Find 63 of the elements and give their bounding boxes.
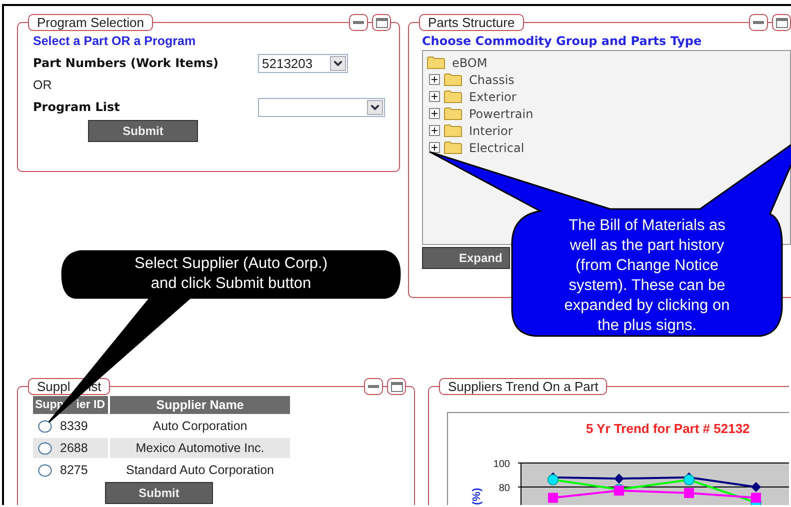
panel-title: Suppliers Trend On a Part <box>439 378 608 395</box>
expand-icon[interactable] <box>429 74 440 85</box>
tree-item[interactable]: Exterior <box>469 88 516 106</box>
supplier-name: Standard Auto Corporation <box>124 462 276 479</box>
chart-title: 5 Yr Trend for Part # 52132 <box>586 421 750 436</box>
instruction-text: Select a Part OR a Program <box>33 33 197 50</box>
part-number-dropdown[interactable]: 5213203 <box>258 54 348 73</box>
tree-item[interactable]: Interior <box>469 122 513 140</box>
radio-button[interactable] <box>38 442 52 454</box>
data-point <box>614 474 624 484</box>
panel-title-text: Suppl <box>37 379 70 394</box>
folder-icon <box>444 90 462 103</box>
data-point <box>684 488 694 498</box>
folder-icon <box>444 73 462 86</box>
or-text: OR <box>33 76 53 94</box>
tree-item[interactable]: eBOM <box>452 54 488 72</box>
data-point <box>751 492 761 503</box>
field-label: Program List <box>33 99 121 116</box>
axis-tick-label: 100 <box>493 459 510 470</box>
radio-button[interactable] <box>38 464 52 476</box>
supplier-id: 2688 <box>60 440 88 457</box>
caret-icon <box>367 100 383 114</box>
folder-icon <box>444 107 462 120</box>
folder-icon <box>444 141 462 154</box>
data-point <box>548 492 558 503</box>
data-point <box>684 474 694 486</box>
radio-button[interactable] <box>38 420 52 432</box>
panel-title: Program Selection <box>28 14 153 31</box>
folder-icon <box>427 56 445 69</box>
supplier-name: Mexico Automotive Inc. <box>110 438 290 458</box>
column-header-text: ier ID <box>76 398 105 413</box>
instruction-text: Choose Commodity Group and Parts Type <box>422 33 703 50</box>
caret-icon <box>330 56 346 71</box>
tree-item[interactable]: Electrical <box>469 138 524 156</box>
axis-tick-label: 80 <box>498 483 510 494</box>
tree-item[interactable]: Powertrain <box>469 104 534 122</box>
expand-icon[interactable] <box>429 91 440 102</box>
maximize-icon[interactable] <box>387 378 406 395</box>
axis-title: (%) <box>471 488 483 505</box>
supplier-id: 8339 <box>60 418 88 435</box>
tree-item[interactable]: Chassis <box>469 70 514 88</box>
callout-text: Select Supplier (Auto Corp.) and click Submit button <box>134 254 328 294</box>
panel-title: Parts Structure <box>419 14 524 31</box>
submit-button[interactable]: Submit <box>88 120 198 142</box>
maximize-icon[interactable] <box>772 14 791 31</box>
expand-icon[interactable] <box>429 125 440 136</box>
supplier-id: 8275 <box>60 462 88 479</box>
supplier-name: Auto Corporation <box>152 418 248 435</box>
expand-button[interactable]: Expand <box>422 247 510 269</box>
expand-icon[interactable] <box>429 108 440 119</box>
data-point <box>614 486 624 496</box>
minimize-icon[interactable] <box>349 14 368 31</box>
data-point <box>751 482 761 492</box>
minimize-icon[interactable] <box>749 14 768 31</box>
submit-button[interactable]: Submit <box>105 482 213 504</box>
callout-text: The Bill of Materials as well as the part history (from Change Notice system). These can be expanded by clicking on the plus signs. <box>563 216 731 336</box>
data-point <box>548 474 558 486</box>
column-header: Supplier Name <box>110 396 290 414</box>
maximize-icon[interactable] <box>372 14 391 31</box>
folder-icon <box>444 124 462 137</box>
field-label: Part Numbers (Work Items) <box>33 55 220 72</box>
expand-icon[interactable] <box>429 142 440 153</box>
minimize-icon[interactable] <box>364 378 383 395</box>
